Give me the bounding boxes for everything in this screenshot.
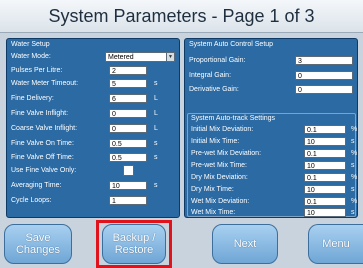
auto-track-unit: s [351,209,355,216]
water-setup-header: Water Setup [11,41,50,48]
deriv-gain-label: Derivative Gain: [189,86,239,93]
auto-track-label: Pre-wet Mix Deviation: [191,150,262,157]
auto-track-field[interactable]: 10 [304,161,346,170]
auto-track-label: Initial Mix Deviation: [191,126,254,133]
coarse-inflight-unit: L [154,125,158,132]
meter-timeout-field[interactable]: 5 [109,79,147,88]
pulses-label: Pulses Per Litre: [11,67,63,74]
cycle-loops-field[interactable]: 1 [109,196,147,205]
auto-track-field[interactable]: 10 [304,208,346,217]
deriv-gain-field[interactable]: 0 [295,85,353,94]
auto-track-field[interactable]: 0.1 [304,125,346,134]
fine-on-field[interactable]: 0.5 [109,139,147,148]
fine-delivery-field[interactable]: 6 [109,94,147,103]
water-mode-value: Metered [108,54,134,61]
auto-track-unit: s [351,162,355,169]
auto-track-unit: s [351,138,355,145]
screen: System Parameters - Page 1 of 3 Water Se… [0,0,363,268]
fine-inflight-label: Fine Valve Inflight: [11,110,69,117]
int-gain-label: Integral Gain: [189,72,232,79]
meter-timeout-unit: s [154,80,158,87]
fine-on-label: Fine Valve On Time: [11,140,74,147]
chevron-down-icon[interactable]: ▼ [166,53,174,61]
fine-inflight-field[interactable]: 0 [109,109,147,118]
next-button[interactable]: Next [212,224,278,264]
water-mode-label: Water Mode: [11,53,51,60]
auto-track-field[interactable]: 0.1 [304,149,346,158]
use-fine-only-checkbox[interactable] [123,165,134,176]
save-changes-button[interactable]: Save Changes [4,224,72,264]
water-mode-select[interactable]: Metered ▼ [105,52,175,62]
auto-track-field[interactable]: 10 [304,137,346,146]
auto-control-panel: System Auto Control Setup Proportional G… [184,38,358,218]
fine-off-unit: s [154,154,158,161]
menu-button[interactable]: Menu [308,224,363,264]
auto-track-label: Dry Mix Time: [191,186,234,193]
use-fine-only-label: Use Fine Valve Only: [11,167,77,174]
fine-delivery-unit: L [154,95,158,102]
auto-track-label: Wet Mix Deviation: [191,198,250,205]
auto-track-unit: % [351,174,358,181]
auto-track-unit: % [351,198,358,205]
cycle-loops-label: Cycle Loops: [11,197,52,204]
auto-track-label: Wet Mix Time: [191,209,236,216]
auto-track-field[interactable]: 0.1 [304,197,346,206]
pulses-field[interactable]: 2 [109,66,147,75]
auto-track-field[interactable]: 10 [304,185,346,194]
averaging-label: Averaging Time: [11,182,62,189]
coarse-inflight-label: Coarse Valve Inflight: [11,125,78,132]
prop-gain-field[interactable]: 3 [295,56,353,65]
meter-timeout-label: Water Meter Timeout: [11,80,79,87]
auto-track-label: Initial Mix Time: [191,138,240,145]
prop-gain-label: Proportional Gain: [189,57,246,64]
fine-delivery-label: Fine Delivery: [11,95,54,102]
auto-track-header: System Auto-track Settings [191,115,276,122]
auto-track-unit: % [351,126,358,133]
auto-track-box: System Auto-track Settings Initial Mix D… [187,113,358,217]
averaging-field[interactable]: 10 [109,181,147,190]
auto-control-header: System Auto Control Setup [189,41,274,48]
coarse-inflight-field[interactable]: 0 [109,124,147,133]
auto-track-unit: s [351,186,355,193]
fine-inflight-unit: L [154,110,158,117]
auto-track-label: Pre-wet Mix Time: [191,162,248,169]
auto-track-field[interactable]: 0.1 [304,173,346,182]
fine-off-label: Fine Valve Off Time: [11,154,74,161]
auto-track-label: Dry Mix Deviation: [191,174,248,181]
save-button-line1: Save [25,232,51,244]
int-gain-field[interactable]: 0 [295,71,353,80]
fine-off-field[interactable]: 0.5 [109,153,147,162]
highlight-box [96,220,172,268]
page-title: System Parameters - Page 1 of 3 [0,0,363,33]
save-button-line2: Changes [15,244,61,256]
auto-track-unit: % [351,150,358,157]
water-setup-panel: Water Setup Water Mode: Metered ▼ Pulses… [6,38,180,218]
fine-on-unit: s [154,140,158,147]
averaging-unit: s [154,182,158,189]
